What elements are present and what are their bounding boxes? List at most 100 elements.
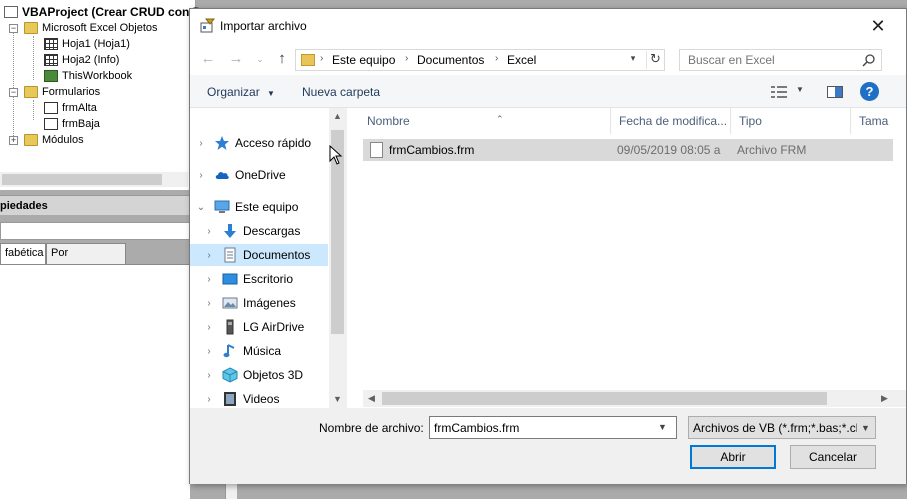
- chevron-down-icon: ▼: [861, 423, 870, 433]
- tree-label: frmBaja: [62, 118, 100, 130]
- up-button[interactable]: ↑: [272, 49, 292, 69]
- nav-item-acceso-rapido[interactable]: › Acceso rápido: [190, 132, 328, 154]
- new-folder-button[interactable]: Nueva carpeta: [302, 84, 380, 100]
- organize-button[interactable]: Organizar ▼: [207, 84, 275, 102]
- open-button[interactable]: Abrir: [690, 445, 776, 469]
- properties-object-select[interactable]: [0, 222, 190, 240]
- chevron-right-icon[interactable]: ›: [204, 274, 214, 285]
- chevron-right-icon[interactable]: ›: [204, 370, 214, 381]
- nav-item-objetos-3d[interactable]: › Objetos 3D: [190, 364, 328, 386]
- chevron-right-icon[interactable]: ›: [204, 322, 214, 333]
- scroll-thumb[interactable]: [2, 174, 162, 185]
- file-list: Nombre ⌃ Fecha de modifica... Tipo Tama …: [347, 108, 906, 408]
- nav-item-onedrive[interactable]: › OneDrive: [190, 164, 328, 186]
- vba-import-icon: [200, 18, 216, 33]
- recent-locations-button[interactable]: ⌄: [250, 49, 270, 69]
- nav-item-documentos[interactable]: › Documentos: [190, 244, 328, 266]
- tab-categories[interactable]: Por categorías: [46, 243, 126, 278]
- tree-node-hoja2[interactable]: Hoja2 (Info): [44, 52, 119, 68]
- collapse-icon[interactable]: −: [9, 88, 18, 97]
- scroll-right-icon[interactable]: ▶: [876, 390, 893, 407]
- forward-button[interactable]: →: [226, 49, 246, 69]
- help-button[interactable]: ?: [860, 82, 879, 101]
- chevron-down-icon[interactable]: ⌄: [196, 202, 206, 213]
- view-details-icon: [771, 86, 787, 98]
- address-dropdown-icon[interactable]: ▾: [626, 53, 640, 64]
- caret-down-icon: ▼: [267, 89, 275, 98]
- search-box[interactable]: [679, 49, 882, 71]
- tree-node-formularios[interactable]: Formularios: [24, 84, 100, 100]
- chevron-down-icon[interactable]: ▼: [658, 422, 667, 432]
- filename-combobox[interactable]: ▼: [429, 416, 677, 439]
- chevron-right-icon[interactable]: ›: [204, 250, 214, 261]
- project-hscrollbar[interactable]: [0, 172, 188, 187]
- file-hscrollbar[interactable]: ◀ ▶: [363, 390, 906, 407]
- tab-alphabetic[interactable]: fabética: [0, 243, 46, 264]
- nav-item-descargas[interactable]: › Descargas: [190, 220, 328, 242]
- tree-node-modulos[interactable]: Módulos: [24, 132, 84, 148]
- filename-input[interactable]: [430, 417, 654, 438]
- expand-icon[interactable]: +: [9, 136, 18, 145]
- back-button[interactable]: ←: [198, 49, 218, 69]
- chevron-right-icon[interactable]: ›: [204, 394, 214, 405]
- scroll-thumb[interactable]: [382, 392, 827, 405]
- navigation-bar: ← → ⌄ ↑ › Este equipo › Documentos › Exc…: [190, 43, 906, 75]
- nav-item-musica[interactable]: › Música: [190, 340, 328, 362]
- desktop-icon: [222, 273, 238, 285]
- cloud-icon: [215, 172, 229, 179]
- scroll-down-icon[interactable]: ▼: [329, 391, 346, 408]
- search-input[interactable]: [680, 50, 860, 70]
- file-type: Archivo FRM: [737, 143, 807, 157]
- cube-icon: [222, 367, 238, 383]
- scroll-left-icon[interactable]: ◀: [363, 390, 380, 407]
- nav-item-escritorio[interactable]: › Escritorio: [190, 268, 328, 290]
- folder-icon: [24, 86, 38, 98]
- file-date: 09/05/2019 08:05 a: [617, 143, 721, 157]
- tree-node-frmbaja[interactable]: frmBaja: [44, 116, 100, 132]
- address-bar[interactable]: › Este equipo › Documentos › Excel ▾ ↻: [295, 49, 665, 71]
- navigation-pane: › Acceso rápido › OneDrive ⌄ Este equipo: [190, 108, 346, 408]
- tree-node-thisworkbook[interactable]: ThisWorkbook: [44, 68, 132, 84]
- nav-item-lg-airdrive[interactable]: › LG AirDrive: [190, 316, 328, 338]
- filetype-select[interactable]: Archivos de VB (*.frm;*.bas;*.cl: ▼: [688, 416, 876, 439]
- nav-item-imagenes[interactable]: › Imágenes: [190, 292, 328, 314]
- tree-label: Microsoft Excel Objetos: [42, 22, 158, 34]
- tree-node-hoja1[interactable]: Hoja1 (Hoja1): [44, 36, 130, 52]
- project-root[interactable]: VBAProject (Crear CRUD con D: [4, 4, 201, 20]
- column-header-date[interactable]: Fecha de modifica...: [611, 108, 731, 134]
- close-button[interactable]: ✕: [862, 11, 894, 41]
- image-icon: [222, 297, 238, 309]
- nav-label: Música: [243, 344, 282, 358]
- file-row[interactable]: frmCambios.frm 09/05/2019 08:05 a Archiv…: [363, 139, 893, 161]
- cancel-button[interactable]: Cancelar: [790, 445, 876, 469]
- breadcrumb-documentos[interactable]: Documentos: [417, 53, 484, 67]
- chevron-right-icon[interactable]: ›: [196, 138, 206, 149]
- chevron-right-icon[interactable]: ›: [196, 170, 206, 181]
- change-view-button[interactable]: ▼: [770, 83, 808, 101]
- column-header-size[interactable]: Tama: [851, 108, 906, 134]
- filetype-value: Archivos de VB (*.frm;*.bas;*.cl:: [693, 421, 857, 435]
- chevron-right-icon[interactable]: ›: [204, 298, 214, 309]
- chevron-right-icon[interactable]: ›: [204, 346, 214, 357]
- breadcrumb-excel[interactable]: Excel: [507, 53, 536, 67]
- refresh-icon[interactable]: ↻: [646, 51, 664, 69]
- breadcrumb-este-equipo[interactable]: Este equipo: [332, 53, 395, 67]
- chevron-right-icon: ›: [495, 53, 499, 64]
- tree-node-excel-objects[interactable]: Microsoft Excel Objetos: [24, 20, 158, 36]
- nav-label: Descargas: [243, 224, 301, 238]
- tree-node-frmalta[interactable]: frmAlta: [44, 100, 97, 116]
- column-header-type[interactable]: Tipo: [731, 108, 851, 134]
- video-icon: [224, 392, 236, 406]
- dialog-footer: Nombre de archivo: ▼ Archivos de VB (*.f…: [190, 408, 906, 484]
- column-header-name[interactable]: Nombre ⌃: [359, 108, 611, 134]
- search-icon[interactable]: [862, 53, 876, 67]
- nav-item-este-equipo[interactable]: ⌄ Este equipo: [190, 196, 328, 218]
- scroll-up-icon[interactable]: ▲: [329, 108, 346, 125]
- collapse-icon[interactable]: −: [9, 24, 18, 33]
- chevron-right-icon[interactable]: ›: [204, 226, 214, 237]
- dialog-titlebar[interactable]: Importar archivo ✕: [190, 9, 906, 43]
- chevron-right-icon: ›: [320, 53, 324, 64]
- preview-pane-button[interactable]: [826, 83, 844, 101]
- chevron-right-icon: ›: [405, 53, 409, 64]
- nav-item-videos[interactable]: › Videos: [190, 388, 328, 410]
